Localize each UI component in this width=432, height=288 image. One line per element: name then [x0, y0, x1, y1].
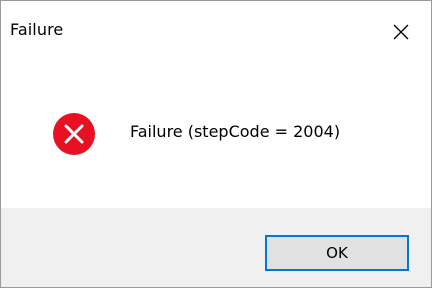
close-icon [391, 22, 411, 42]
ok-button[interactable]: OK [265, 235, 409, 271]
message-text: Failure (stepCode = 2004) [130, 122, 341, 141]
close-button[interactable] [371, 1, 431, 63]
title-bar: Failure [1, 1, 431, 63]
button-bar: OK [1, 208, 431, 287]
message-dialog: Failure Failure (stepCode = 2004) OK [0, 0, 432, 288]
error-icon [52, 112, 96, 156]
dialog-content: Failure (stepCode = 2004) [1, 63, 431, 208]
focus-rect [268, 238, 406, 268]
window-title: Failure [10, 20, 64, 39]
